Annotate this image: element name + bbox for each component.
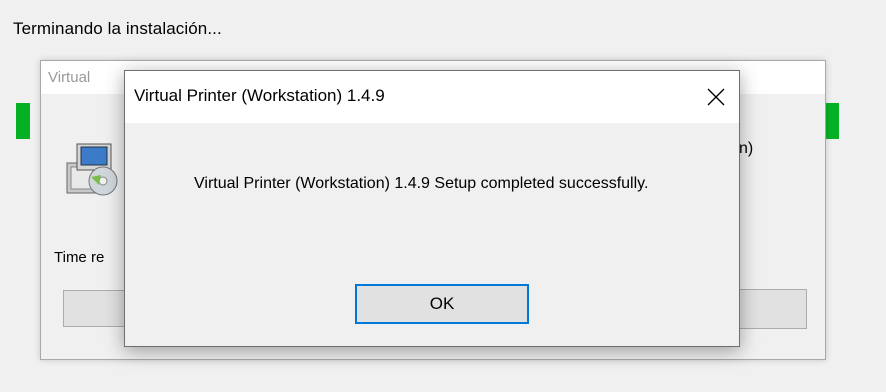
- background-cancel-button[interactable]: l: [729, 289, 807, 329]
- dialog-title: Virtual Printer (Workstation) 1.4.9: [134, 86, 385, 105]
- setup-completed-dialog: Virtual Printer (Workstation) 1.4.9 Virt…: [124, 70, 740, 347]
- background-progress-bar: [63, 290, 133, 327]
- ok-button[interactable]: OK: [355, 284, 529, 324]
- dialog-titlebar: Virtual Printer (Workstation) 1.4.9: [125, 71, 739, 123]
- background-time-remaining-label: Time re: [54, 249, 105, 266]
- close-button[interactable]: [693, 71, 739, 123]
- installer-status-text: Terminando la instalación...: [13, 19, 222, 38]
- background-window-partial-text: n): [739, 140, 754, 157]
- close-icon: [707, 88, 725, 106]
- progress-bar-left-fill: [16, 103, 30, 139]
- dialog-message: Virtual Printer (Workstation) 1.4.9 Setu…: [194, 175, 649, 192]
- installer-package-icon: [63, 141, 123, 197]
- background-window-title: Virtual: [48, 69, 91, 86]
